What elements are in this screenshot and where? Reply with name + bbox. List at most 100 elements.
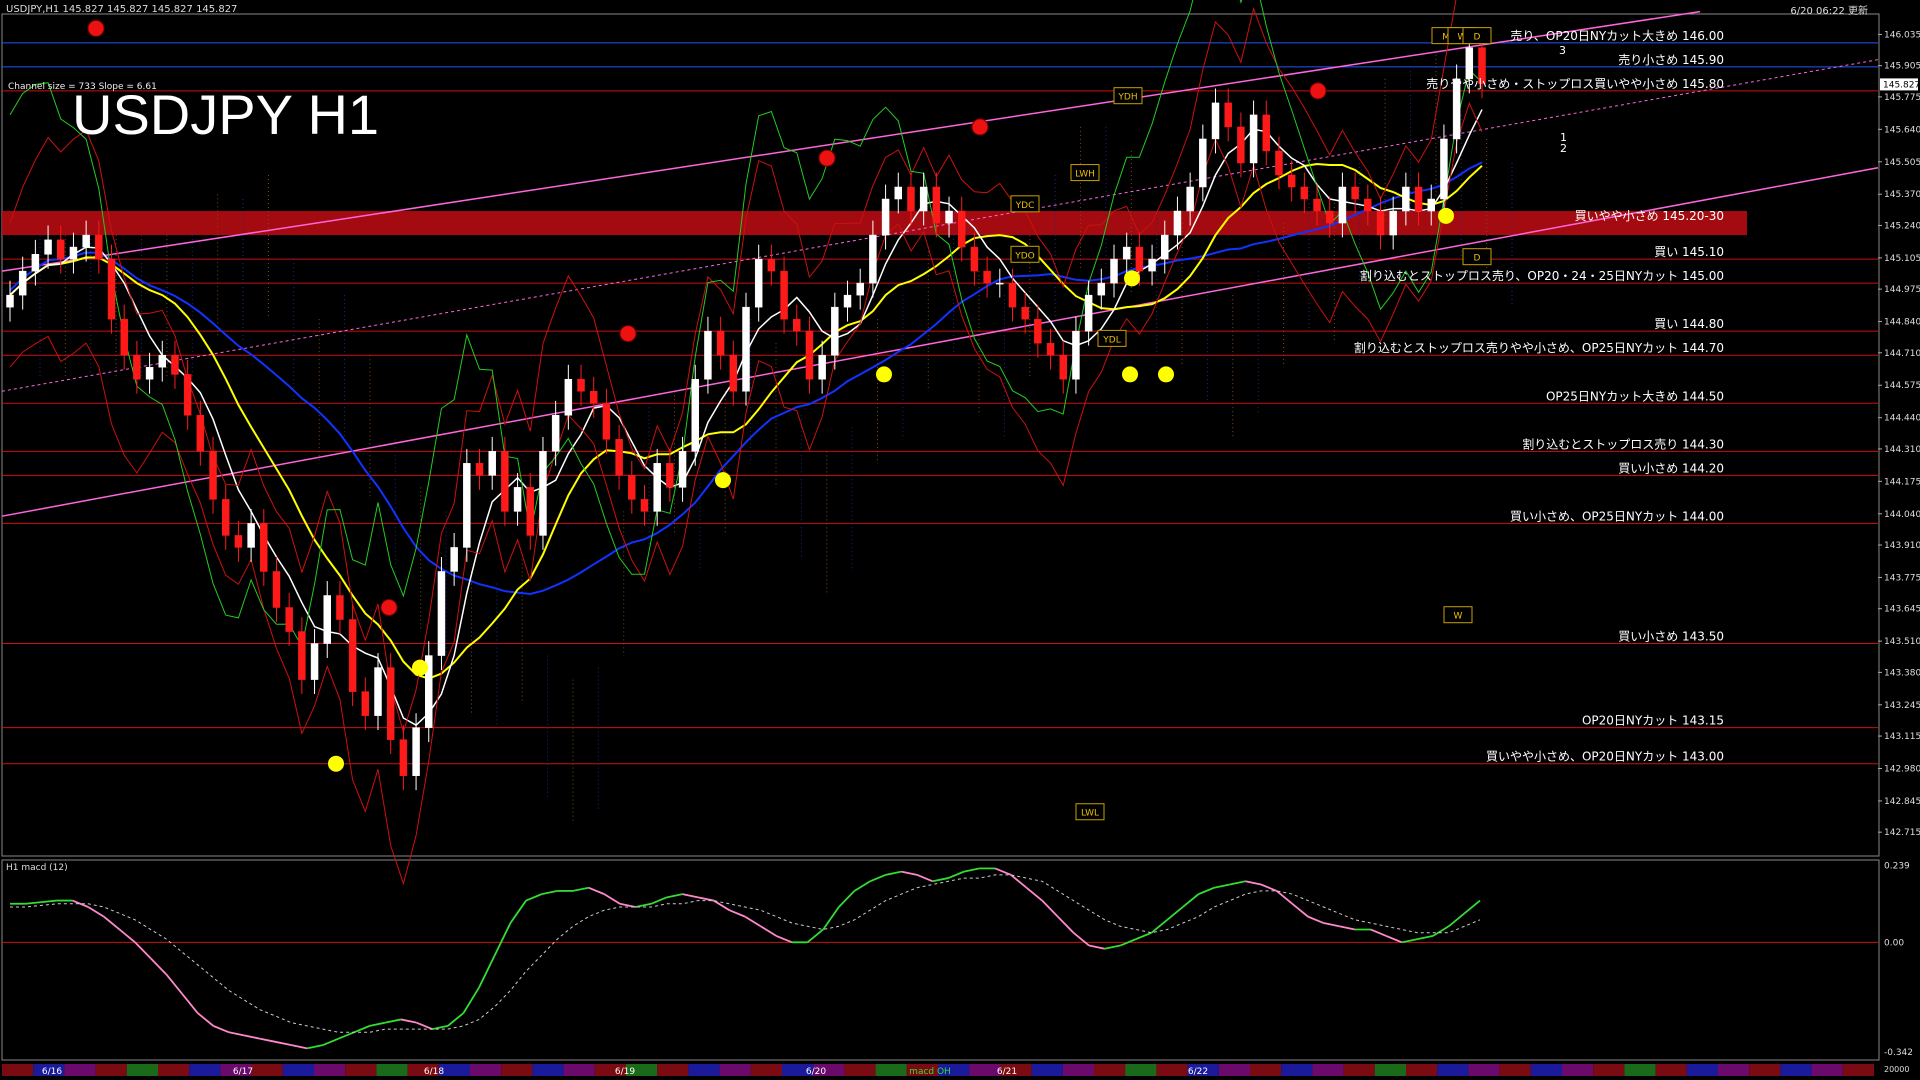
candle-body [754,258,763,308]
price-tick-label: 144.440 [1884,414,1920,424]
candle-body [793,318,801,332]
candle-body [120,318,128,356]
candle-body [1148,258,1156,272]
candle-body [310,643,319,680]
candle-body [1084,294,1093,332]
marker-d: D [1462,27,1492,45]
date-bar-segment [501,1064,533,1076]
candle-body [1173,210,1182,236]
candle-body [666,463,674,488]
fractal-down-icon [971,118,989,136]
candle-body [1338,186,1347,224]
candle-body [1097,282,1106,296]
candle-body [1440,138,1448,200]
candle-body [1059,354,1067,380]
candle-body [653,463,661,512]
candle-body [1122,246,1131,260]
candle-body [1224,102,1232,128]
price-tick-label: 143.510 [1884,637,1920,647]
candle-body [1199,138,1207,188]
marker-label: YDC [1015,201,1035,211]
candle-body [1072,330,1080,380]
symbol-info: USDJPY,H1 145.827 145.827 145.827 145.82… [6,4,237,15]
date-bar-segment [1156,1064,1188,1076]
candle-body [628,475,636,500]
price-tick-label: 145.905 [1884,62,1920,72]
candle-body [894,186,903,200]
candle-body [475,463,484,476]
marker-label: LWH [1075,170,1095,180]
date-bar-segment [345,1064,377,1076]
candle-body [957,210,966,248]
fractal-down-icon [818,149,836,167]
candle-body [57,239,65,260]
candle-body [577,378,585,392]
price-tick-label: 143.645 [1884,605,1920,615]
date-bar-segment [532,1064,564,1076]
candle-body [1249,114,1258,164]
date-bar-segment [1686,1064,1718,1076]
candle-body [945,210,953,224]
date-bar-segment [126,1064,158,1076]
level-label: 買いやや小さめ 145.20-30 [1575,209,1724,223]
date-bar-segment [1094,1064,1126,1076]
candle-body [361,691,370,716]
level-label: 売り小さめ 145.90 [1618,52,1724,67]
date-bar-segment [1062,1064,1094,1076]
fractal-up-icon [1158,366,1174,383]
date-label: 6/20 [806,1067,826,1077]
fractal-down-icon [1309,82,1327,100]
price-tick-label: 143.380 [1884,668,1920,678]
candle-body [907,186,915,212]
candle-body [399,739,408,776]
candle-body [31,254,40,272]
candle-body [1008,282,1017,308]
candle-body [1034,318,1042,344]
date-bar-segment [844,1064,876,1076]
level-label: 売りやや小さめ・ストップロス買いやや小さめ 145.80 [1426,76,1724,91]
marker-label: D [1474,254,1481,264]
macd-tick-label: 0.00 [1884,938,1904,948]
candle-body [615,439,623,476]
candle-body [298,631,306,680]
date-label: 6/19 [615,1067,635,1077]
price-tick-label: 142.715 [1884,828,1920,838]
price-tick-label: 143.775 [1884,573,1920,583]
level-label: 割り込むとストップロス売り、OP20・24・25日NYカット 145.00 [1360,268,1724,283]
date-bar-segment [1468,1064,1500,1076]
date-bar-segment [875,1064,907,1076]
line-number-3: 3 [1559,44,1566,57]
marker-ydl: YDL [1097,329,1127,347]
date-bar-segment [251,1064,283,1076]
candle-body [1351,186,1359,200]
date-bar-segment [688,1064,720,1076]
price-tick-label: 143.910 [1884,541,1920,551]
date-bar-segment [657,1064,689,1076]
price-tick-label: 145.370 [1884,190,1920,200]
candle-body [412,727,420,776]
candle-body [463,463,471,548]
marker-label: YDO [1014,251,1035,261]
candle-body [602,403,611,440]
candle-body [1427,198,1435,212]
macd-corner-label: 20000 [1884,1065,1909,1074]
candle-body [932,186,941,224]
candle-body [1313,198,1321,212]
date-bar-segment [64,1064,96,1076]
fractal-up-icon [412,659,428,676]
date-bar-segment [1718,1064,1750,1076]
candle-body [1402,186,1410,212]
forex-chart: YDHLWHYDCYDOYDLLWLM W DDW 売り、OP20日NYカット大きめ… [0,0,1920,1080]
level-label: OP20日NYカット 143.15 [1582,714,1724,728]
price-tick-label: 144.175 [1884,477,1920,487]
marker-ydh: YDH [1113,87,1143,105]
candle-body [107,258,116,320]
marker-lwh: LWH [1070,164,1100,182]
marker-ydo: YDO [1010,245,1040,263]
candle-body [6,294,14,308]
fractal-up-icon [328,755,344,772]
candle-body [1021,306,1029,320]
candle-body [1211,102,1220,140]
price-tick-label: 145.505 [1884,158,1920,168]
candle-body [551,415,560,452]
